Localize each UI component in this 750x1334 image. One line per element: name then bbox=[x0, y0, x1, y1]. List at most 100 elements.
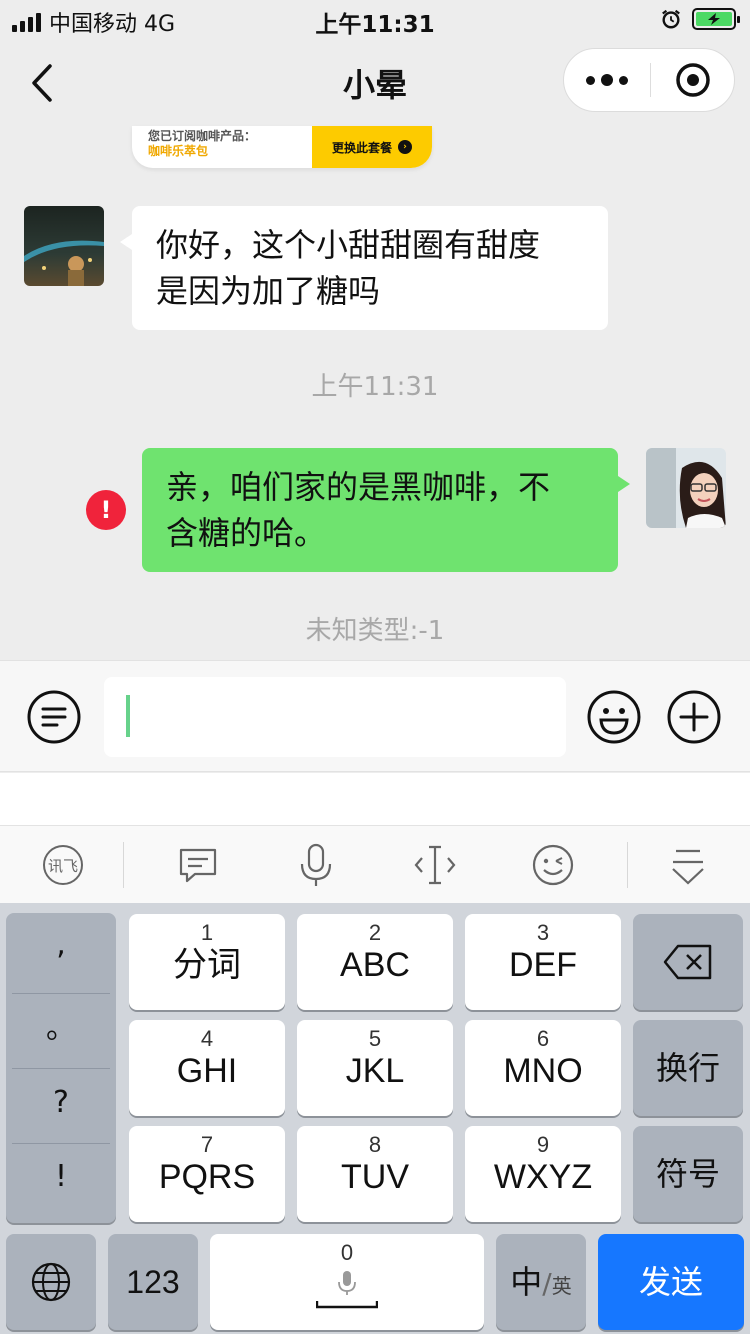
key-label: 分词 bbox=[173, 946, 241, 984]
key-number: 5 bbox=[368, 1026, 382, 1051]
key-4[interactable]: 4 GHI bbox=[129, 1020, 285, 1116]
comment-icon[interactable] bbox=[175, 842, 221, 888]
svg-text:讯飞: 讯飞 bbox=[48, 857, 78, 875]
delete-key[interactable] bbox=[633, 914, 743, 1010]
punct-divider bbox=[12, 1143, 110, 1144]
backspace-icon bbox=[663, 944, 712, 980]
key-number: 3 bbox=[536, 920, 550, 945]
send-button[interactable]: 发送 bbox=[598, 1234, 744, 1330]
ifly-logo-icon[interactable]: 讯飞 bbox=[40, 842, 86, 888]
key-number: 9 bbox=[536, 1132, 550, 1157]
key-label: ABC bbox=[340, 946, 410, 984]
incoming-message-bubble[interactable]: 你好，这个小甜甜圈有甜度 是因为加了糖吗 bbox=[120, 206, 608, 330]
emoji-icon[interactable] bbox=[586, 689, 642, 745]
key-label: JKL bbox=[345, 1052, 405, 1090]
unknown-message-type: 未知类型:-1 bbox=[305, 616, 445, 646]
send-failed-icon[interactable]: ! bbox=[86, 490, 126, 530]
chat-input-bar bbox=[0, 660, 750, 772]
status-time: 上午11:31 bbox=[315, 12, 435, 38]
emoticon-icon[interactable] bbox=[530, 842, 576, 888]
key-label: TUV bbox=[341, 1158, 409, 1196]
punct-divider bbox=[12, 1068, 110, 1069]
back-icon[interactable] bbox=[22, 58, 62, 108]
message-line: 是因为加了糖吗 bbox=[156, 272, 381, 310]
key-number: 2 bbox=[368, 920, 382, 945]
symbol-key[interactable]: 符号 bbox=[633, 1126, 743, 1222]
key-7[interactable]: 7 PQRS bbox=[129, 1126, 285, 1222]
space-number: 0 bbox=[340, 1240, 354, 1265]
plus-icon[interactable] bbox=[666, 689, 722, 745]
menu-toggle-icon[interactable] bbox=[26, 689, 82, 745]
my-avatar[interactable] bbox=[646, 448, 726, 528]
message-line: 亲，咱们家的是黑咖啡，不 bbox=[166, 468, 551, 506]
return-label: 换行 bbox=[655, 1050, 720, 1086]
key-9[interactable]: 9 WXYZ bbox=[465, 1126, 621, 1222]
space-key[interactable]: 0 bbox=[210, 1234, 484, 1330]
keyboard-gap bbox=[0, 773, 750, 825]
mic-small-icon bbox=[338, 1271, 356, 1295]
key-8[interactable]: 8 TUV bbox=[297, 1126, 453, 1222]
arrow-right-icon: › bbox=[398, 140, 412, 154]
close-mini-program-icon[interactable] bbox=[651, 49, 735, 111]
toolbar-divider bbox=[123, 842, 124, 888]
globe-key[interactable] bbox=[6, 1234, 96, 1330]
key-number: 1 bbox=[200, 920, 214, 945]
key-3[interactable]: 3 DEF bbox=[465, 914, 621, 1010]
send-label: 发送 bbox=[638, 1264, 703, 1300]
punct-key[interactable]: 。 bbox=[6, 1003, 116, 1047]
punct-key[interactable]: ! bbox=[6, 1159, 116, 1194]
key-1[interactable]: 1 分词 bbox=[129, 914, 285, 1010]
message-line: 你好，这个小甜甜圈有甜度 bbox=[156, 226, 541, 264]
message-input[interactable] bbox=[104, 677, 566, 757]
globe-icon bbox=[31, 1262, 71, 1302]
battery-icon bbox=[692, 8, 740, 30]
space-underline-icon bbox=[316, 1301, 378, 1309]
banner-line1: 您已订阅咖啡产品： bbox=[148, 129, 257, 143]
key-number: 4 bbox=[200, 1026, 214, 1051]
punct-key[interactable]: , bbox=[6, 927, 116, 962]
contact-avatar[interactable] bbox=[24, 206, 104, 286]
microphone-icon[interactable] bbox=[293, 842, 339, 888]
key-label: PQRS bbox=[158, 1158, 256, 1196]
keyboard-toolbar: 讯飞 bbox=[0, 825, 750, 903]
key-label: MNO bbox=[503, 1052, 583, 1090]
change-plan-label: 更换此套餐 bbox=[331, 140, 392, 155]
more-icon[interactable] bbox=[564, 49, 650, 111]
status-right bbox=[660, 8, 740, 30]
return-key[interactable]: 换行 bbox=[633, 1020, 743, 1116]
outgoing-message-bubble[interactable]: 亲，咱们家的是黑咖啡，不 含糖的哈。 bbox=[142, 448, 630, 572]
change-plan-button[interactable]: 更换此套餐 › bbox=[312, 126, 432, 168]
banner-line2: 咖啡乐萃包 bbox=[148, 144, 209, 158]
message-line: 含糖的哈。 bbox=[166, 514, 327, 552]
number-mode-key[interactable]: 123 bbox=[108, 1234, 198, 1330]
message-timestamp: 上午11:31 bbox=[311, 372, 439, 402]
symbol-label: 符号 bbox=[655, 1156, 720, 1192]
key-label: WXYZ bbox=[493, 1158, 593, 1196]
alarm-icon bbox=[662, 9, 680, 29]
text-caret bbox=[126, 695, 130, 737]
number-mode-label: 123 bbox=[126, 1264, 180, 1300]
key-number: 8 bbox=[368, 1132, 382, 1157]
key-2[interactable]: 2 ABC bbox=[297, 914, 453, 1010]
punct-divider bbox=[12, 993, 110, 994]
nav-bar: 小晕 bbox=[0, 40, 750, 128]
key-5[interactable]: 5 JKL bbox=[297, 1020, 453, 1116]
lang-sub-label: 英 bbox=[551, 1274, 572, 1298]
punct-key[interactable]: ? bbox=[6, 1085, 116, 1120]
key-label: GHI bbox=[176, 1052, 238, 1090]
key-number: 7 bbox=[200, 1132, 214, 1157]
key-number: 6 bbox=[536, 1026, 550, 1051]
cursor-move-icon[interactable] bbox=[412, 842, 458, 888]
banner-text: 您已订阅咖啡产品： 咖啡乐萃包 bbox=[148, 129, 256, 159]
key-label: DEF bbox=[509, 946, 577, 984]
punctuation-column: , 。 ? ! bbox=[6, 913, 116, 1223]
toolbar-divider bbox=[627, 842, 628, 888]
lang-main-label: 中 bbox=[510, 1263, 543, 1301]
status-bar: 中国移动 4G 上午11:31 bbox=[0, 0, 750, 40]
key-6[interactable]: 6 MNO bbox=[465, 1020, 621, 1116]
subscription-banner: 您已订阅咖啡产品： 咖啡乐萃包 更换此套餐 › bbox=[132, 126, 432, 168]
keyboard: , 。 ? ! 1 分词 2 ABC 3 DEF 4 GHI 5 JKL 6 M… bbox=[0, 903, 750, 1334]
language-toggle-key[interactable]: 中/英 bbox=[496, 1234, 586, 1330]
hide-keyboard-icon[interactable] bbox=[665, 842, 711, 888]
mini-program-capsule bbox=[563, 48, 735, 112]
